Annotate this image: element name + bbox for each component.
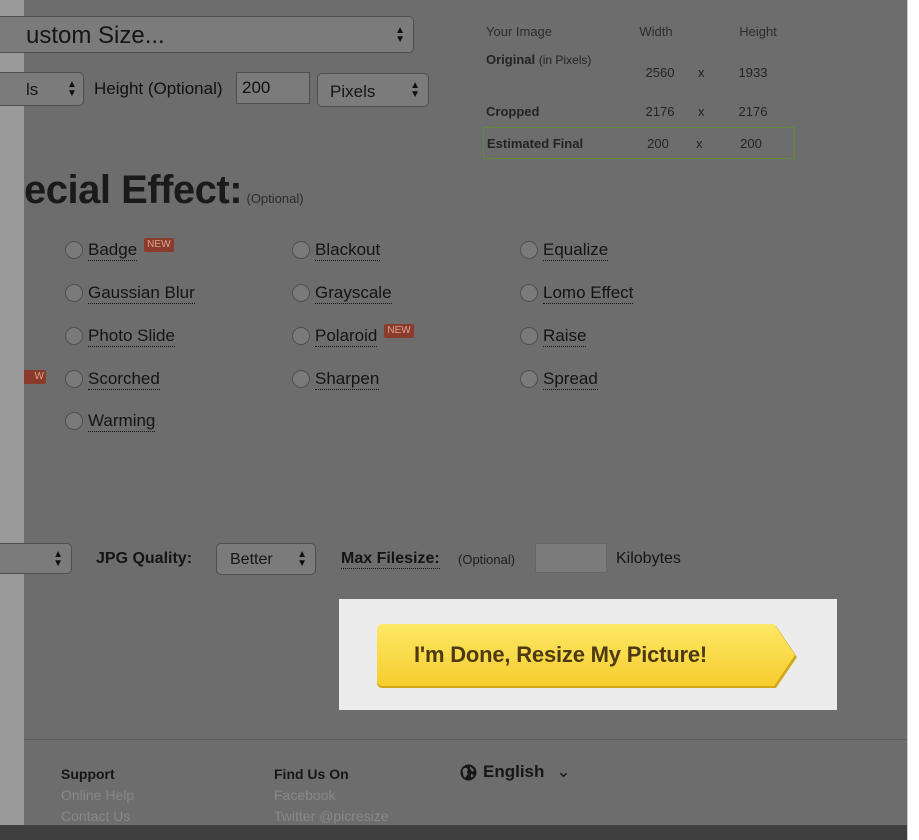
language-selector[interactable]: English ⌄ — [460, 762, 571, 782]
footer-find-us-column: Find Us On Facebook Twitter @picresize — [274, 764, 389, 827]
effect-label[interactable]: Equalize — [543, 240, 609, 261]
effect-option-polaroid[interactable]: Polaroid NEW — [292, 324, 414, 348]
size-preset-value: ustom Size... — [26, 22, 165, 49]
effect-label[interactable]: Raise — [543, 326, 587, 347]
select-arrows-icon: ▲ ▼ — [395, 24, 405, 45]
height-input[interactable]: 200 — [236, 72, 310, 104]
effect-label[interactable]: Blackout — [315, 240, 381, 261]
effect-label[interactable]: Photo Slide — [88, 326, 175, 347]
radio-button[interactable] — [65, 284, 83, 302]
height-unit-value: Pixels — [330, 82, 376, 101]
globe-icon — [460, 764, 477, 780]
max-filesize-input[interactable] — [535, 543, 607, 573]
effect-option-gaussian-blur[interactable]: Gaussian Blur — [65, 281, 195, 305]
effect-option-blackout[interactable]: Blackout — [292, 238, 381, 262]
height-label: Height (Optional) — [94, 79, 223, 98]
radio-button[interactable] — [65, 412, 83, 430]
footer-heading: Support — [61, 766, 115, 782]
times-sign: x — [696, 136, 703, 151]
size-preset-select[interactable]: ustom Size... ▲ ▼ — [0, 16, 414, 53]
effect-option-raise[interactable]: Raise — [520, 324, 587, 348]
jpg-quality-value: Better — [230, 551, 273, 568]
effect-label[interactable]: Sharpen — [315, 369, 380, 390]
effect-label[interactable]: Spread — [543, 369, 598, 390]
resize-submit-button[interactable]: I'm Done, Resize My Picture! — [377, 624, 795, 686]
select-arrows-icon: ▲ ▼ — [410, 80, 420, 100]
final-width: 200 — [647, 136, 669, 151]
select-arrows-icon: ▲ ▼ — [297, 549, 307, 569]
row-label-estimated-final: Estimated Final — [487, 136, 584, 151]
column-header-width: Width — [639, 24, 673, 39]
footer-heading: Find Us On — [274, 766, 349, 782]
effect-option-sharpen[interactable]: Sharpen — [292, 367, 380, 391]
select-arrows-icon: ▲ ▼ — [67, 79, 77, 99]
new-badge: W — [24, 370, 46, 384]
table-row-estimated-final: Estimated Final 200 x 200 — [483, 127, 795, 159]
footer-link-online-help[interactable]: Online Help — [61, 785, 134, 806]
radio-button[interactable] — [65, 327, 83, 345]
original-height: 1933 — [738, 65, 768, 80]
radio-button[interactable] — [65, 241, 83, 259]
effect-option-equalize[interactable]: Equalize — [520, 238, 609, 262]
max-filesize-label: Max Filesize: — [341, 550, 440, 569]
radio-button[interactable] — [292, 284, 310, 302]
cropped-width: 2176 — [645, 104, 675, 119]
jpg-quality-select[interactable]: Better ▲ ▼ — [216, 543, 316, 575]
radio-button[interactable] — [520, 241, 538, 259]
footer-link-facebook[interactable]: Facebook — [274, 785, 389, 806]
footer-link-twitter[interactable]: Twitter @picresize — [274, 806, 389, 827]
radio-button[interactable] — [520, 370, 538, 388]
footer-support-column: Support Online Help Contact Us — [61, 764, 134, 827]
effect-option-grayscale[interactable]: Grayscale — [292, 281, 392, 305]
radio-button[interactable] — [292, 327, 310, 345]
effect-label[interactable]: Grayscale — [315, 283, 392, 304]
format-select[interactable]: ▲ ▼ — [0, 543, 72, 574]
new-badge: NEW — [144, 238, 174, 252]
effect-option-badge[interactable]: Badge NEW — [65, 238, 174, 262]
effect-option-spread[interactable]: Spread — [520, 367, 598, 391]
effect-option-lomo-effect[interactable]: Lomo Effect — [520, 281, 634, 305]
cropped-height: 2176 — [738, 104, 768, 119]
select-arrows-icon: ▲ ▼ — [53, 548, 63, 569]
column-header-image: Your Image — [486, 24, 553, 39]
footer-link-contact-us[interactable]: Contact Us — [61, 806, 134, 827]
times-sign: x — [698, 104, 705, 119]
effect-label[interactable]: Badge — [88, 240, 138, 261]
new-badge: NEW — [384, 324, 414, 338]
row-label-original: Original (in Pixels) — [486, 52, 592, 67]
filesize-unit-label: Kilobytes — [616, 550, 681, 567]
original-width: 2560 — [645, 65, 675, 80]
special-effect-title: ecial Effect: — [24, 168, 243, 212]
effect-label[interactable]: Lomo Effect — [543, 283, 634, 304]
row-label-cropped: Cropped — [486, 104, 540, 119]
radio-button[interactable] — [292, 370, 310, 388]
width-unit-value: ls — [26, 80, 39, 99]
chevron-down-icon: ⌄ — [556, 762, 571, 781]
footer-divider — [24, 739, 907, 740]
times-sign: x — [698, 65, 705, 80]
jpg-quality-label: JPG Quality: — [96, 550, 193, 567]
radio-button[interactable] — [520, 327, 538, 345]
special-effect-heading: ecial Effect: (Optional) — [24, 168, 304, 213]
radio-button[interactable] — [292, 241, 310, 259]
language-label: English — [483, 762, 545, 781]
effect-label[interactable]: Warming — [88, 411, 156, 432]
effect-option-photo-slide[interactable]: Photo Slide — [65, 324, 175, 348]
height-unit-select[interactable]: Pixels ▲ ▼ — [317, 73, 429, 107]
final-height: 200 — [740, 136, 762, 151]
effect-option-scorched[interactable]: Scorched — [65, 367, 160, 391]
radio-button[interactable] — [65, 370, 83, 388]
special-effect-optional-note: (Optional) — [246, 191, 304, 206]
effect-label[interactable]: Scorched — [88, 369, 160, 390]
effect-option-warming[interactable]: Warming — [65, 409, 156, 433]
bottom-bar — [0, 825, 907, 840]
max-filesize-optional-note: (Optional) — [458, 552, 516, 567]
radio-button[interactable] — [520, 284, 538, 302]
width-unit-select[interactable]: ls ▲ ▼ — [0, 72, 84, 106]
page-overlay: ustom Size... ▲ ▼ ls ▲ ▼ Height (Optional)… — [0, 0, 908, 840]
effect-label[interactable]: Polaroid — [315, 326, 378, 347]
effect-label[interactable]: Gaussian Blur — [88, 283, 195, 304]
column-header-height: Height — [739, 24, 777, 39]
